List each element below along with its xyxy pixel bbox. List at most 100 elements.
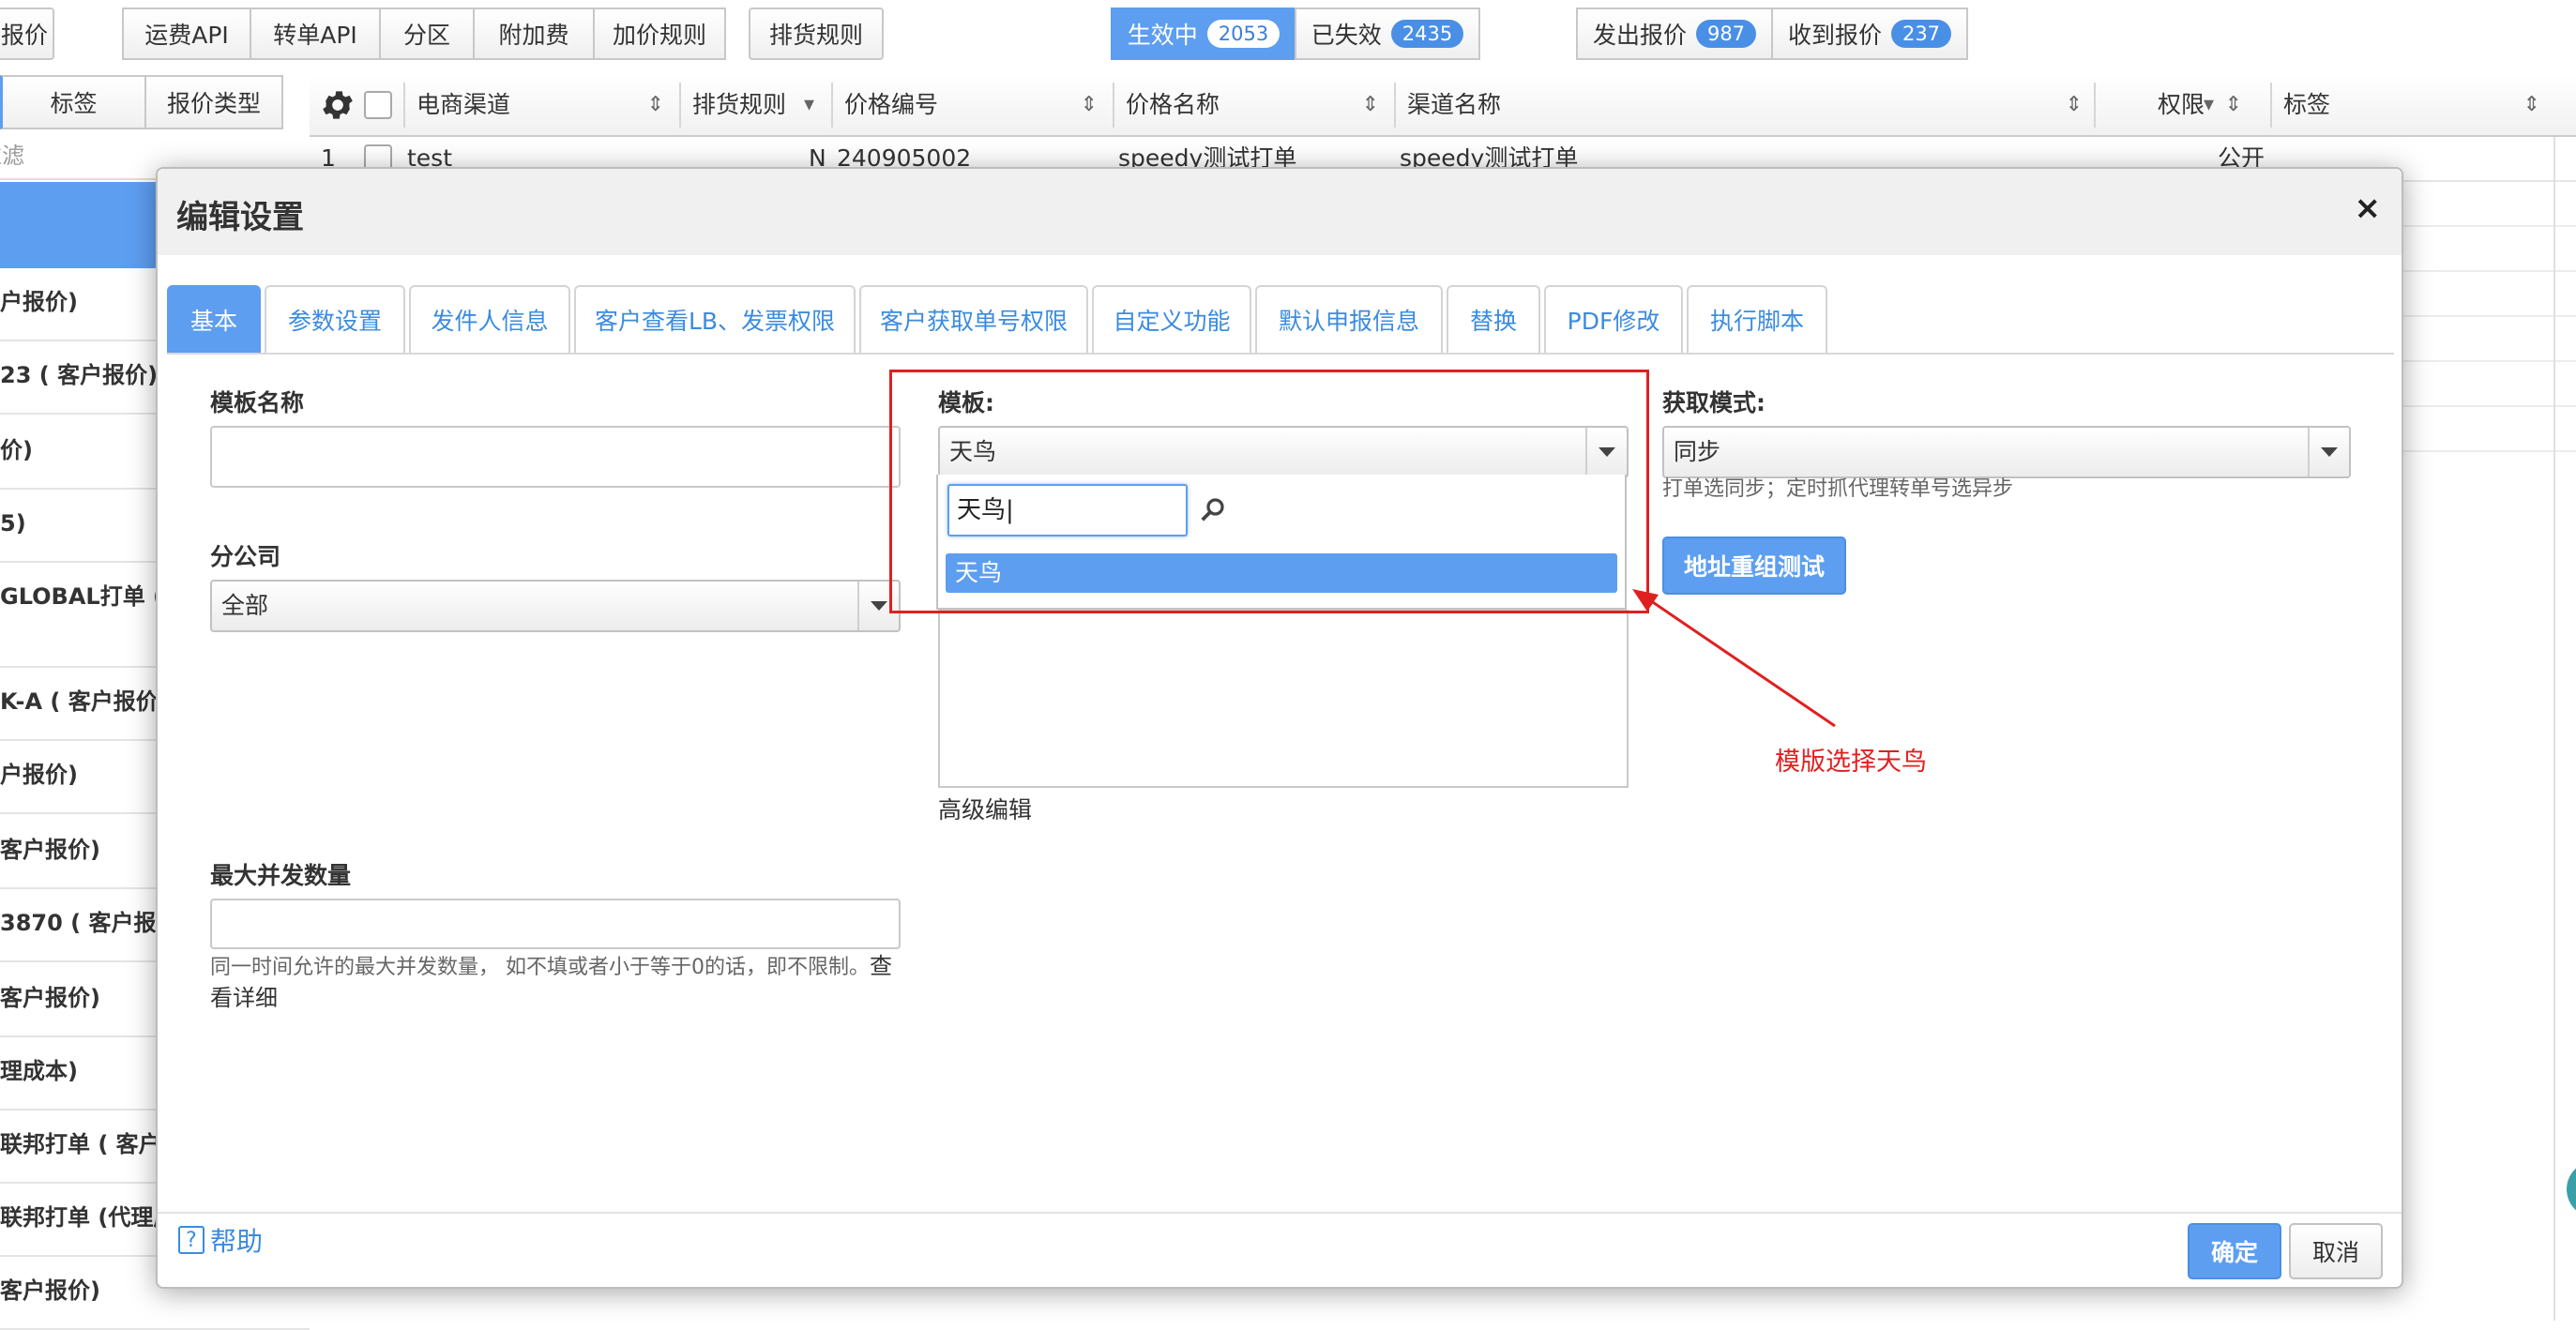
header-label: 价格名称 xyxy=(1126,91,1220,118)
list-item-label: 户报价) xyxy=(0,762,78,788)
top-toolbar: 报价 运费API 转单API 分区 附加费 加价规则 排货规则 生效中 2053… xyxy=(0,0,2576,75)
list-item-label: 客户报价) xyxy=(0,1277,100,1304)
footer-divider xyxy=(158,1212,2402,1214)
header-label: 价格编号 xyxy=(844,91,939,118)
template-script-textarea[interactable] xyxy=(938,610,1629,788)
column-header-channel-name[interactable]: 渠道名称 ⇕ xyxy=(1394,83,2094,128)
tab-label: 标签 xyxy=(50,90,98,117)
button-label: 附加费 xyxy=(498,22,569,49)
dialog-title: 编辑设置 xyxy=(176,199,304,236)
template-name-label: 模板名称 xyxy=(210,389,305,416)
branch-select[interactable]: 全部 xyxy=(210,580,901,632)
max-concurrency-label: 最大并发数量 xyxy=(210,862,352,889)
column-header-tag[interactable]: 标签 ⇕ xyxy=(2270,83,2552,128)
sort-icon: ⇕ xyxy=(2523,93,2540,116)
close-icon[interactable]: × xyxy=(2355,189,2382,227)
tab-parameters[interactable]: 参数设置 xyxy=(265,285,405,353)
template-name-input[interactable] xyxy=(210,426,901,488)
advanced-edit-link[interactable]: 高级编辑 xyxy=(938,792,1032,825)
active-filter-button[interactable]: 生效中 2053 xyxy=(1111,8,1296,60)
freight-api-button[interactable]: 运费API xyxy=(122,8,251,60)
sort-icon: ⇕ xyxy=(2065,93,2083,116)
sort-icon: ⇕ xyxy=(1361,93,1379,116)
sort-icon: ⇕ xyxy=(1080,93,1098,116)
column-header-dispatch-rule[interactable]: 排货规则 ▾ xyxy=(679,83,826,128)
tab-label: 基本 xyxy=(189,308,237,335)
edit-settings-dialog: 编辑设置 × 基本 参数设置 发件人信息 客户查看LB、发票权限 客户获取单号权… xyxy=(156,167,2403,1289)
dialog-tabs: 基本 参数设置 发件人信息 客户查看LB、发票权限 客户获取单号权限 自定义功能… xyxy=(167,285,2394,355)
fetch-mode-select[interactable]: 同步 xyxy=(1662,426,2351,478)
column-divider xyxy=(2553,137,2555,1321)
count-badge: 987 xyxy=(1695,20,1757,48)
gear-icon[interactable] xyxy=(319,86,356,124)
fetch-mode-label: 获取模式: xyxy=(1662,389,1765,416)
branch-label: 分公司 xyxy=(210,543,281,570)
tab-basic[interactable]: 基本 xyxy=(167,285,261,353)
markup-rules-button[interactable]: 加价规则 xyxy=(593,8,726,60)
transfer-api-button[interactable]: 转单API xyxy=(250,8,381,60)
tab-replace[interactable]: 替换 xyxy=(1447,285,1540,353)
column-header-price-code[interactable]: 价格编号 ⇕ xyxy=(831,83,1109,128)
list-item-label: 客户报价) xyxy=(0,837,100,863)
button-label: 地址重组测试 xyxy=(1683,553,1825,581)
tab-label: PDF修改 xyxy=(1567,308,1660,335)
list-item-label: 价) xyxy=(0,437,33,463)
button-label: 报价 xyxy=(0,22,48,49)
cancel-button[interactable]: 取消 xyxy=(2289,1223,2383,1279)
dropdown-icon: ▾ xyxy=(2203,93,2214,116)
header-label: 渠道名称 xyxy=(1407,91,1502,118)
list-item-label: 理成本) xyxy=(0,1058,78,1084)
zone-button[interactable]: 分区 xyxy=(379,8,475,60)
header-label: 排货规则 xyxy=(692,91,787,118)
column-header-channel[interactable]: 电商渠道 ⇕ xyxy=(403,83,675,128)
tab-sender-info[interactable]: 发件人信息 xyxy=(409,285,570,353)
tab-tags[interactable]: 标签 xyxy=(0,75,146,129)
received-quotes-button[interactable]: 收到报价 237 xyxy=(1771,8,1968,60)
count-badge: 2053 xyxy=(1206,20,1280,48)
tab-customer-tracking[interactable]: 客户获取单号权限 xyxy=(859,285,1088,353)
fetch-mode-hint: 打单选同步；定时抓代理转单号选异步 xyxy=(1662,477,2014,501)
help-link[interactable]: ? 帮助 xyxy=(178,1221,263,1259)
surcharge-button[interactable]: 附加费 xyxy=(473,8,595,60)
button-label: 已失效 xyxy=(1311,22,1382,49)
dispatch-rules-button[interactable]: 排货规则 xyxy=(749,8,884,60)
annotation-highlight-box xyxy=(889,370,1649,613)
inactive-filter-button[interactable]: 已失效 2435 xyxy=(1295,8,1480,60)
help-icon: ? xyxy=(178,1226,205,1254)
tab-label: 执行脚本 xyxy=(1709,308,1804,335)
column-header-price-name[interactable]: 价格名称 ⇕ xyxy=(1113,83,1390,128)
max-concurrency-input[interactable] xyxy=(210,899,901,949)
grid-header: 电商渠道 ⇕ 排货规则 ▾ 价格编号 ⇕ 价格名称 ⇕ 渠道名称 ⇕ 权限 ▾ ⇕ 标签 ⇕ xyxy=(310,75,2576,137)
ok-button[interactable]: 确定 xyxy=(2188,1223,2281,1279)
tab-custom-functions[interactable]: 自定义功能 xyxy=(1092,285,1251,353)
dialog-header: 编辑设置 × xyxy=(158,169,2402,255)
tab-quote-type[interactable]: 报价类型 xyxy=(144,75,283,129)
header-label: 标签 xyxy=(2283,91,2331,118)
tab-label: 发件人信息 xyxy=(431,308,549,335)
column-header-permission[interactable]: 权限 ▾ ⇕ xyxy=(2094,83,2253,128)
list-item-label: 23 ( 客户报价) xyxy=(0,362,159,388)
tab-label: 报价类型 xyxy=(166,90,261,117)
sent-quotes-button[interactable]: 发出报价 987 xyxy=(1576,8,1773,60)
tab-label: 自定义功能 xyxy=(1113,308,1231,335)
list-item-label: 5) xyxy=(0,510,26,537)
max-concurrency-hint: 同一时间允许的最大并发数量， 如不填或者小于等于0的话，即不限制。查看详细 xyxy=(210,951,904,1015)
left-tabs: 标签 报价类型 xyxy=(0,75,293,131)
tab-run-script[interactable]: 执行脚本 xyxy=(1687,285,1827,353)
tab-pdf-edit[interactable]: PDF修改 xyxy=(1544,285,1683,353)
tab-label: 默认申报信息 xyxy=(1278,308,1419,335)
select-all-checkbox[interactable] xyxy=(364,91,392,119)
list-item-label: 3870 ( 客户报价 xyxy=(0,910,179,936)
tab-default-declaration[interactable]: 默认申报信息 xyxy=(1255,285,1443,353)
address-test-button[interactable]: 地址重组测试 xyxy=(1662,537,1846,595)
select-value: 同步 xyxy=(1674,438,1721,465)
tab-label: 客户查看LB、发票权限 xyxy=(594,308,836,335)
button-label: 确定 xyxy=(2210,1239,2258,1266)
list-item-label: 客户报价) xyxy=(0,985,100,1011)
sort-icon: ⇕ xyxy=(646,93,664,116)
quote-button-cut[interactable]: 报价 xyxy=(0,8,54,60)
header-label: 电商渠道 xyxy=(417,91,511,118)
header-label: 权限 xyxy=(2158,91,2205,118)
tab-label: 参数设置 xyxy=(287,308,382,335)
tab-customer-lb-invoice[interactable]: 客户查看LB、发票权限 xyxy=(574,285,856,353)
